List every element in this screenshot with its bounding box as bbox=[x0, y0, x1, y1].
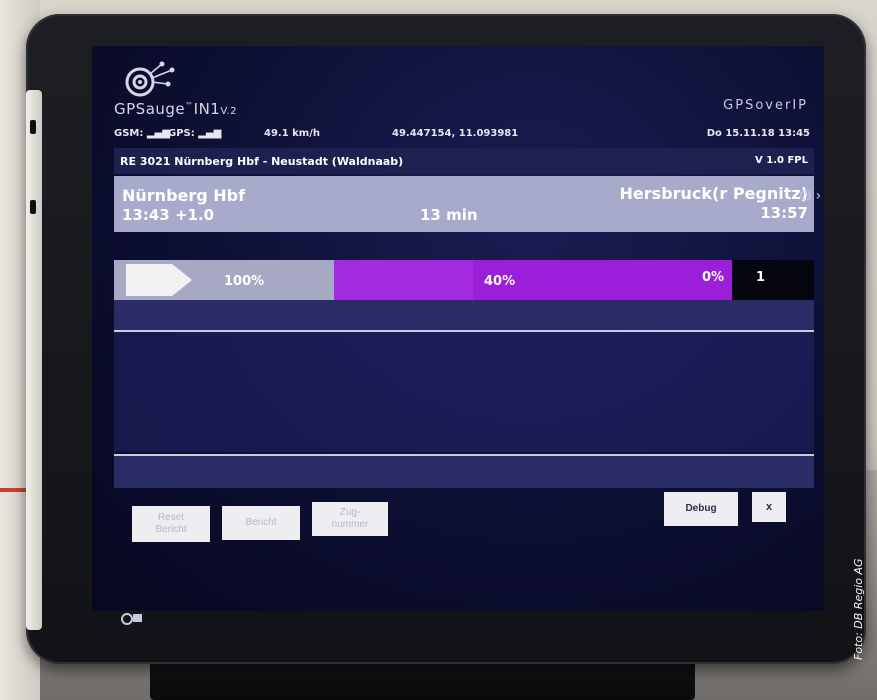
departure-station: Nürnberg Hbf bbox=[122, 186, 246, 205]
progress-count: 1 bbox=[756, 270, 766, 285]
arrival-time: 13:57 bbox=[760, 204, 808, 222]
message-band-bottom bbox=[114, 456, 814, 488]
brand-logo: GPSauge™IN1V.2 bbox=[114, 100, 237, 118]
route-title: RE 3021 Nürnberg Hbf - Neustadt (Waldnaa… bbox=[120, 155, 404, 168]
departure-time: 13:43 +1.0 bbox=[122, 206, 215, 224]
progress-band-top bbox=[114, 300, 814, 330]
progress-done-label: 100% bbox=[224, 274, 265, 289]
status-bar: GSM: ▂▄▆ GPS: ▂▄▆ 49.1 km/h 49.447154, 1… bbox=[114, 128, 814, 144]
device-status-icon bbox=[120, 610, 150, 630]
gsm-status: GSM: ▂▄▆ bbox=[114, 128, 170, 139]
travel-duration: 13 min bbox=[420, 206, 478, 224]
side-button[interactable] bbox=[30, 120, 36, 134]
train-position-arrow-icon bbox=[126, 264, 192, 296]
timetable-version: V 1.0 FPL bbox=[755, 155, 808, 166]
brand-version: V.2 bbox=[220, 106, 237, 117]
progress-segment-next: 0% bbox=[682, 260, 732, 300]
report-button[interactable]: Bericht bbox=[222, 506, 300, 540]
progress-counter: 1 bbox=[732, 260, 814, 300]
photo-credit: Foto: DB Regio AG bbox=[852, 558, 865, 660]
brand-right: GPSoverIP bbox=[723, 98, 808, 113]
side-button-2[interactable] bbox=[30, 200, 36, 214]
gps-label: GPS: bbox=[168, 128, 199, 139]
progress-active-label: 40% bbox=[484, 274, 516, 289]
close-button[interactable]: x bbox=[752, 492, 786, 522]
gps-status: GPS: ▂▄▆ bbox=[168, 128, 221, 139]
progress-segment-done: 100% bbox=[114, 260, 334, 300]
speed-readout: 49.1 km/h bbox=[264, 128, 320, 139]
train-number-button[interactable]: Zug- nummer bbox=[312, 502, 388, 536]
power-icon[interactable]: ⏻ › bbox=[800, 188, 840, 206]
progress-segment-active: 40% bbox=[334, 260, 682, 300]
date-time: Do 15.11.18 13:45 bbox=[706, 128, 810, 139]
signal-icon: ▂▄▆ bbox=[146, 128, 170, 139]
stop-bar: Nürnberg Hbf 13:43 +1.0 13 min Hersbruck… bbox=[114, 176, 814, 232]
debug-button[interactable]: Debug bbox=[664, 492, 738, 526]
brand-trademark: ™ bbox=[185, 101, 194, 110]
brand-model: IN1 bbox=[193, 100, 221, 118]
next-station: Hersbruck(r Pegnitz) bbox=[619, 184, 808, 203]
brand-name: GPSauge bbox=[114, 100, 186, 118]
message-area bbox=[114, 332, 814, 452]
device-side-edge bbox=[26, 90, 42, 630]
screen: GPSauge™IN1V.2 GPSoverIP GSM: ▂▄▆ GPS: ▂… bbox=[92, 46, 824, 611]
logo-icon bbox=[120, 54, 180, 102]
progress-next-label: 0% bbox=[702, 270, 725, 285]
signal-icon: ▂▄▆ bbox=[198, 128, 222, 139]
progress-active-fill bbox=[334, 260, 474, 300]
progress-bar: 100% 40% 0% 1 bbox=[114, 260, 814, 300]
gps-coordinates: 49.447154, 11.093981 bbox=[392, 128, 519, 139]
reset-report-button[interactable]: Reset Bericht bbox=[132, 506, 210, 542]
route-bar: RE 3021 Nürnberg Hbf - Neustadt (Waldnaa… bbox=[114, 148, 814, 174]
gsm-label: GSM: bbox=[114, 128, 147, 139]
